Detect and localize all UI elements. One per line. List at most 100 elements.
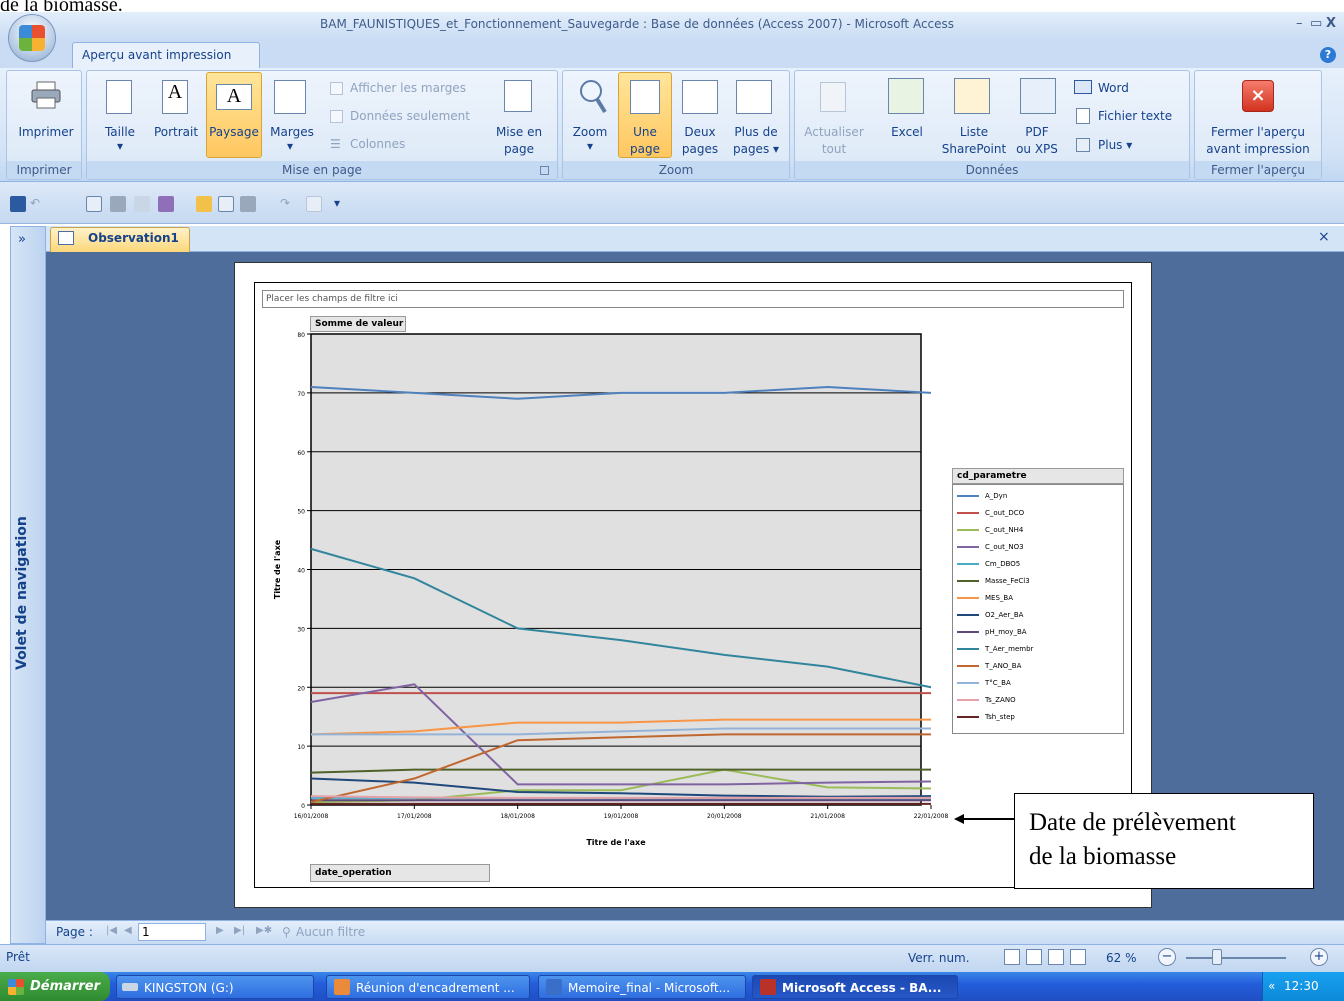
legend-label: Tsh_step bbox=[985, 712, 1015, 721]
columns-button[interactable]: Colonnes bbox=[350, 136, 405, 153]
legend-label: T_Aer_membr bbox=[985, 644, 1034, 653]
zoom-out-icon[interactable]: − bbox=[1158, 948, 1176, 966]
legend-item: A_Dyn bbox=[957, 487, 1007, 504]
pdf-xps-label-2: ou XPS bbox=[1016, 142, 1058, 156]
export-excel-button[interactable]: Excel bbox=[884, 124, 930, 141]
legend-swatch bbox=[957, 528, 979, 531]
one-page-label-1: Une bbox=[633, 125, 657, 139]
margins-icon bbox=[274, 80, 306, 114]
category-field-button[interactable]: date_operation bbox=[310, 864, 490, 882]
zoom-level[interactable]: 62 % bbox=[1106, 951, 1137, 965]
first-page-icon[interactable]: |◀ bbox=[106, 925, 117, 936]
page-number-input[interactable]: 1 bbox=[138, 923, 206, 941]
printer-small-icon[interactable] bbox=[240, 196, 256, 212]
format-icon[interactable] bbox=[158, 196, 174, 212]
legend-swatch bbox=[957, 647, 979, 650]
document-icon[interactable] bbox=[218, 196, 234, 212]
zoom-in-icon[interactable]: + bbox=[1310, 948, 1328, 966]
export-text-file-button[interactable]: Fichier texte bbox=[1098, 108, 1172, 125]
pivot-chart-view-icon[interactable] bbox=[1048, 949, 1064, 965]
annotation-box: Date de prélèvement de la biomasse bbox=[1014, 793, 1314, 889]
legend-swatch bbox=[957, 698, 979, 701]
help-icon[interactable]: ? bbox=[1320, 47, 1336, 63]
group-fermer-label: Fermer l'aperçu bbox=[1195, 161, 1321, 179]
close-document-icon[interactable]: × bbox=[1318, 229, 1330, 245]
magnifier-icon bbox=[578, 78, 608, 114]
word-doc-icon bbox=[546, 979, 562, 995]
form-view-icon[interactable] bbox=[1004, 949, 1020, 965]
chart-legend: A_Dyn C_out_DCO C_out_NH4 C_out_NO3 Cm_DBO5 M… bbox=[952, 484, 1124, 734]
printer-icon bbox=[30, 80, 62, 110]
tray-expand-icon[interactable]: « bbox=[1268, 979, 1275, 993]
x-tick-label: 17/01/2008 bbox=[397, 813, 432, 820]
one-page-label-2: page bbox=[630, 142, 660, 156]
filter-status[interactable]: Aucun filtre bbox=[296, 925, 365, 939]
export-word-button[interactable]: Word bbox=[1098, 80, 1129, 97]
x-tick-label: 21/01/2008 bbox=[810, 813, 845, 820]
legend-label: O2_Aer_BA bbox=[985, 610, 1024, 619]
close-preview-button[interactable]: Fermer l'aperçu bbox=[1196, 124, 1320, 141]
legend-label: A_Dyn bbox=[985, 491, 1008, 500]
page-setup-button-line1[interactable]: Mise en bbox=[490, 124, 548, 141]
group-imprimer-label: Imprimer bbox=[7, 161, 81, 179]
show-margins-checkbox[interactable] bbox=[330, 82, 343, 95]
legend-title[interactable]: cd_parametre bbox=[952, 468, 1124, 484]
legend-item: O2_Aer_BA bbox=[957, 606, 1023, 623]
pdf-xps-button[interactable]: PDF bbox=[1012, 124, 1062, 141]
show-margins-label: Afficher les marges bbox=[350, 81, 466, 95]
y-tick-label: 50 bbox=[297, 509, 305, 516]
redo-icon[interactable]: ↷ bbox=[280, 196, 296, 212]
portrait-button[interactable]: Portrait bbox=[148, 124, 204, 141]
form-icon bbox=[58, 231, 74, 245]
next-page-icon[interactable]: ▶ bbox=[216, 925, 224, 936]
legend-swatch bbox=[957, 613, 979, 616]
size-dropdown-icon: ▾ bbox=[116, 139, 124, 153]
legend-item: MES_BA bbox=[957, 589, 1013, 606]
taskbar-item-reunion-label: Réunion d'encadrement ... bbox=[356, 981, 515, 995]
new-record-icon[interactable]: ▶✱ bbox=[256, 925, 272, 936]
more-pages-button[interactable]: Plus de bbox=[726, 124, 786, 141]
zoom-slider-track[interactable] bbox=[1186, 957, 1286, 959]
minimize-button[interactable]: – bbox=[1296, 16, 1303, 31]
legend-item: Masse_FeCl3 bbox=[957, 572, 1030, 589]
legend-label: Ts_ZANO bbox=[985, 695, 1016, 704]
one-page-icon bbox=[630, 80, 660, 114]
print-preview-icon[interactable] bbox=[86, 196, 102, 212]
legend-item: Cm_DBO5 bbox=[957, 555, 1020, 572]
quick-print-icon[interactable] bbox=[110, 196, 126, 212]
save-icon[interactable] bbox=[10, 196, 26, 212]
pivot-table-view-icon[interactable] bbox=[1026, 949, 1042, 965]
legend-swatch bbox=[957, 545, 979, 548]
line-chart: 0 10 20 30 40 50 60 70 80 16/01/2008 17/01/2008 18/… bbox=[273, 332, 948, 847]
design-view-small-icon[interactable] bbox=[1070, 949, 1086, 965]
prev-page-icon[interactable]: ◀ bbox=[124, 925, 132, 936]
legend-label: MES_BA bbox=[985, 593, 1013, 602]
access-icon bbox=[760, 979, 776, 995]
zoom-dropdown-icon: ▾ bbox=[586, 139, 594, 153]
zoom-slider-thumb[interactable] bbox=[1212, 949, 1222, 965]
refresh-small-icon[interactable] bbox=[306, 196, 322, 212]
last-page-icon[interactable]: ▶| bbox=[234, 925, 245, 936]
x-tick-label: 16/01/2008 bbox=[294, 813, 329, 820]
legend-item: Tsh_step bbox=[957, 708, 1015, 725]
two-pages-button[interactable]: Deux bbox=[676, 124, 724, 141]
sharepoint-list-button[interactable]: Liste bbox=[936, 124, 1012, 141]
legend-label: C_out_NO3 bbox=[985, 542, 1024, 551]
more-export-button[interactable]: Plus ▾ bbox=[1098, 137, 1132, 154]
design-view-icon[interactable] bbox=[134, 196, 150, 212]
legend-label: Cm_DBO5 bbox=[985, 559, 1021, 568]
legend-label: C_out_NH4 bbox=[985, 525, 1024, 534]
close-window-button[interactable]: X bbox=[1326, 16, 1336, 31]
excel-icon bbox=[888, 78, 924, 114]
expand-nav-icon[interactable]: » bbox=[18, 232, 26, 247]
legend-swatch bbox=[957, 630, 979, 633]
refresh-all-button[interactable]: Actualiser bbox=[800, 124, 868, 141]
filter-icon[interactable] bbox=[196, 196, 212, 212]
restore-button[interactable]: ▭ bbox=[1310, 16, 1322, 31]
dialog-launcher-icon[interactable] bbox=[540, 166, 549, 175]
data-only-checkbox[interactable] bbox=[330, 110, 343, 123]
print-button[interactable]: Imprimer bbox=[14, 124, 78, 141]
document-tab-row bbox=[46, 226, 1344, 252]
undo-icon[interactable]: ↶ bbox=[30, 196, 46, 212]
customize-qat-icon[interactable]: ▾ bbox=[334, 196, 350, 212]
